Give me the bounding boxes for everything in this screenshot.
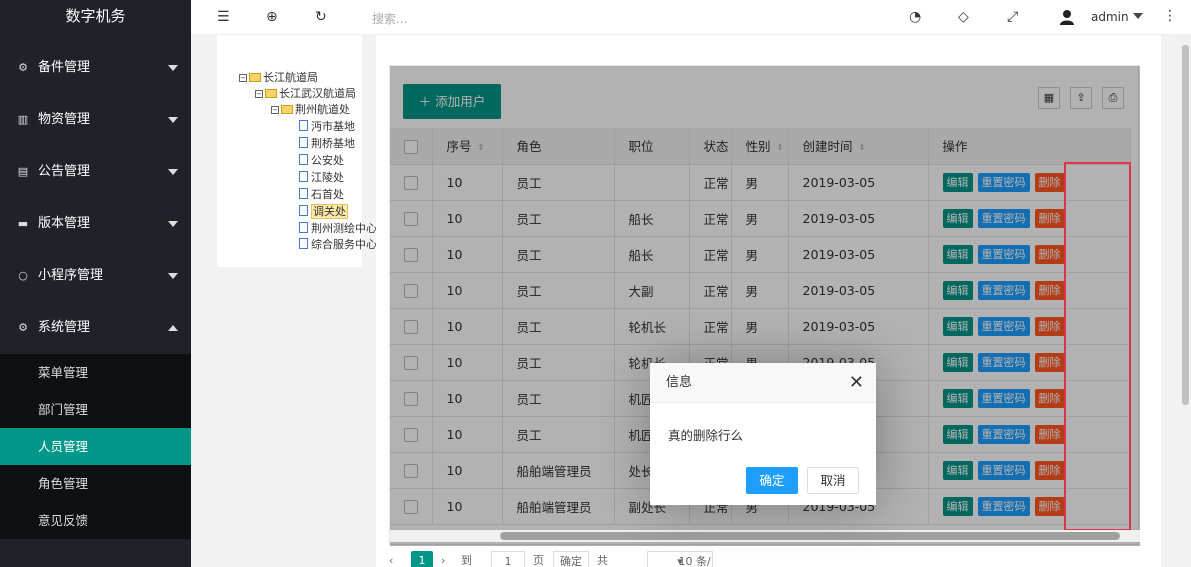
tree-node[interactable]: 石首处 [299, 187, 344, 203]
sidebar-subitem-roles[interactable]: 角色管理 [0, 465, 191, 502]
notice-icon: ▤ [17, 165, 29, 178]
sidebar-item-label: 备件管理 [38, 60, 91, 75]
chevron-down-icon [168, 273, 178, 279]
page-current[interactable]: 1 [411, 551, 433, 567]
refresh-icon[interactable]: ↻ [315, 9, 327, 25]
document-icon [299, 171, 308, 182]
horizontal-scrollbar[interactable] [390, 530, 1140, 542]
chevron-down-icon [168, 169, 178, 175]
document-icon [299, 205, 308, 216]
circle-icon: ○ [18, 269, 28, 282]
sidebar-item-label: 物资管理 [38, 112, 91, 127]
document-icon [299, 222, 308, 233]
theme-icon[interactable]: ◔ [909, 9, 921, 25]
search-input[interactable]: 搜索... [372, 10, 407, 27]
globe-icon[interactable]: ⊕ [266, 9, 278, 25]
scrollbar-thumb[interactable] [1182, 45, 1189, 405]
sidebar-item-label: 小程序管理 [38, 268, 104, 283]
folder-icon [265, 89, 277, 98]
prev-page-icon[interactable]: ‹ [389, 551, 407, 567]
sidebar-item-label: 公告管理 [38, 164, 91, 179]
tag-icon[interactable]: ◇ [958, 9, 969, 25]
chevron-down-icon [1132, 13, 1143, 19]
fullscreen-icon[interactable]: ⤢ [1007, 9, 1018, 25]
tree-node[interactable]: 荆州测绘中心 [299, 221, 377, 237]
gear-icon: ⚙ [18, 61, 28, 74]
document-icon [299, 238, 308, 249]
sidebar-subitem-feedback[interactable]: 意见反馈 [0, 502, 191, 539]
sidebar-nav: ⚙ 备件管理 ▥ 物资管理 ▤ 公告管理 ▬ 版本管理 ○ 小程序管理 ⚙ 系统… [0, 32, 191, 539]
tree-node[interactable]: − 荆州航道处 [271, 102, 350, 118]
tree-panel-header [217, 35, 362, 45]
confirm-dialog: 信息 ✕ 真的删除行么 确定 取消 [650, 363, 876, 505]
document-icon [299, 188, 308, 199]
page-input[interactable]: 1 [491, 551, 525, 567]
sidebar-subitem-personnel[interactable]: 人员管理 [0, 428, 191, 465]
collapse-icon[interactable]: − [271, 106, 279, 114]
tree-node[interactable]: 江陵处 [299, 170, 344, 186]
top-header: ☰ ⊕ ↻ 搜索... ◔ ◇ ⤢ admin ⋮ [191, 0, 1191, 35]
sidebar-item-partial[interactable] [0, 32, 191, 42]
chevron-down-icon [168, 221, 178, 227]
sidebar-item-spare-parts[interactable]: ⚙ 备件管理 [0, 42, 191, 94]
sidebar-item-materials[interactable]: ▥ 物资管理 [0, 94, 191, 146]
org-tree-panel: − 长江航道局 − 长江武汉航道局 − 荆州航道处 沔市基地 荆桥基地 公安处 江陵处… [217, 35, 377, 267]
username: admin [1091, 10, 1129, 24]
folder-icon [249, 73, 261, 82]
chevron-up-icon [168, 325, 178, 331]
sidebar-item-notices[interactable]: ▤ 公告管理 [0, 146, 191, 198]
sidebar-item-system[interactable]: ⚙ 系统管理 [0, 302, 191, 354]
sidebar-subitem-menu[interactable]: 菜单管理 [0, 354, 191, 391]
document-icon [299, 120, 308, 131]
window-icon: ▬ [17, 217, 29, 230]
total-count: 共 10 条 [597, 554, 608, 567]
tree-node[interactable]: − 长江武汉航道局 [255, 86, 356, 102]
tree-node[interactable]: 荆桥基地 [299, 136, 355, 152]
close-icon[interactable]: ✕ [849, 363, 864, 403]
goto-confirm-button[interactable]: 确定 [553, 551, 589, 567]
chevron-down-icon [168, 65, 178, 71]
tree-node[interactable]: 公安处 [299, 153, 344, 169]
dialog-message: 真的删除行么 [668, 428, 744, 443]
sidebar-item-versions[interactable]: ▬ 版本管理 [0, 198, 191, 250]
page-size-select[interactable]: 10 条/页 ▾ [647, 551, 713, 567]
panel-header [376, 35, 1161, 45]
cancel-button[interactable]: 取消 [807, 467, 859, 494]
menu-fold-icon[interactable]: ☰ [217, 9, 230, 25]
user-avatar-icon[interactable] [1059, 9, 1075, 25]
dialog-header: 信息 ✕ [650, 363, 876, 403]
app-title: 数字机务 [0, 0, 191, 32]
tree-node-root[interactable]: − 长江航道局 [239, 70, 318, 86]
more-icon[interactable]: ⋮ [1163, 8, 1177, 24]
folder-icon [281, 105, 293, 114]
document-icon [299, 154, 308, 165]
chevron-down-icon [168, 117, 178, 123]
tree-node[interactable]: 沔市基地 [299, 119, 355, 135]
scrollbar-thumb[interactable] [500, 532, 1120, 540]
sidebar-subitem-department[interactable]: 部门管理 [0, 391, 191, 428]
delete-column-highlight [1064, 162, 1131, 531]
goto-label: 到第 [461, 554, 472, 567]
sidebar-item-label: 系统管理 [38, 320, 91, 335]
sidebar-item-label: 版本管理 [38, 216, 91, 231]
page-size-value: 10 条/页 [678, 555, 711, 567]
tree-node[interactable]: 综合服务中心 [299, 237, 377, 253]
user-menu[interactable]: admin [1091, 10, 1143, 24]
confirm-button[interactable]: 确定 [746, 467, 798, 494]
next-page-icon[interactable]: › [441, 551, 457, 567]
tree-node-selected[interactable]: 调关处 [299, 204, 348, 220]
sidebar-item-miniprogram[interactable]: ○ 小程序管理 [0, 250, 191, 302]
sidebar-submenu: 菜单管理 部门管理 人员管理 角色管理 意见反馈 [0, 354, 191, 539]
settings-icon: ⚙ [18, 321, 28, 334]
dialog-title: 信息 [666, 375, 693, 390]
collapse-icon[interactable]: − [255, 90, 263, 98]
page-unit: 页 [533, 554, 544, 567]
page-scrollbar[interactable] [1180, 35, 1191, 567]
sidebar: 数字机务 ⚙ 备件管理 ▥ 物资管理 ▤ 公告管理 ▬ 版本管理 ○ 小程序管理 [0, 0, 191, 567]
document-icon [299, 137, 308, 148]
box-icon: ▥ [17, 113, 29, 126]
collapse-icon[interactable]: − [239, 74, 247, 82]
